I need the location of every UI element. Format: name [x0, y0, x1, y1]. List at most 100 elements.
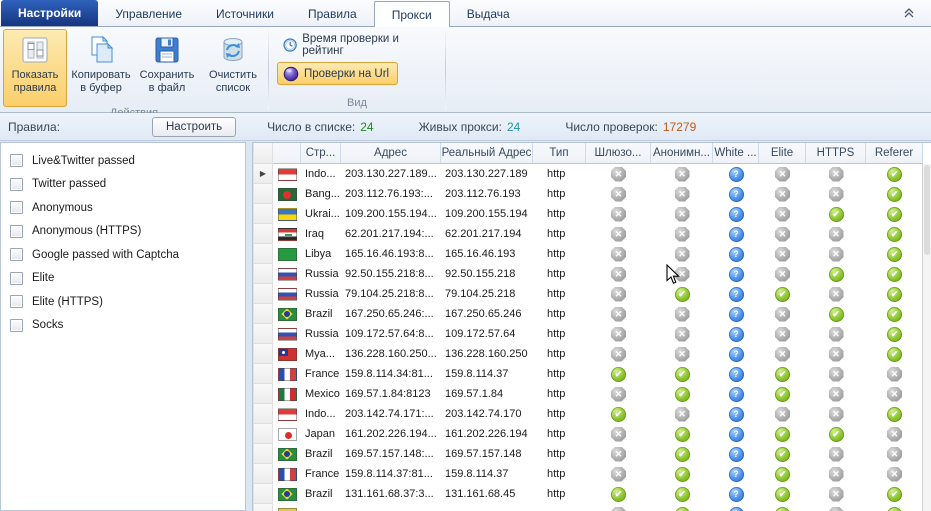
column-header-gateway[interactable]: Шлюзо... [586, 143, 651, 164]
status-cell: ✕ [806, 484, 866, 504]
sidebar-filter-item[interactable]: Socks [1, 314, 245, 338]
column-header-elite[interactable]: Elite [759, 143, 806, 164]
status-anonymity-icon: ✕ [675, 347, 690, 362]
scrollbar-thumb[interactable] [924, 165, 930, 255]
filter-checkbox[interactable] [10, 248, 23, 261]
table-row[interactable]: Indo...203.142.74.171:...203.142.74.170h… [253, 404, 931, 424]
configure-rules-button[interactable]: Настроить [152, 117, 236, 137]
address-cell: 62.201.217.194:... [341, 224, 441, 244]
sidebar-filter-item[interactable]: Elite [1, 267, 245, 291]
row-selector-cell [253, 284, 273, 304]
filter-checkbox[interactable] [10, 154, 23, 167]
filter-checkbox[interactable] [10, 178, 23, 191]
status-cell: ✕ [806, 164, 866, 184]
status-cell: ✕ [651, 324, 713, 344]
type-cell: http [533, 464, 586, 484]
address-cell: 136.228.160.250... [341, 344, 441, 364]
column-header-referer[interactable]: Referer [866, 143, 923, 164]
status-cell: ✕ [759, 404, 806, 424]
row-selector-cell [253, 264, 273, 284]
flag-indonesia-icon [278, 168, 297, 181]
show-rules-button[interactable]: Показать правила [3, 29, 67, 107]
table-row[interactable]: Japan161.202.226.194...161.202.226.194ht… [253, 424, 931, 444]
tab-output[interactable]: Выдача [450, 1, 527, 26]
checks-on-url-button[interactable]: Проверки на Url [277, 62, 398, 85]
table-row[interactable]: Brazil131.161.68.37:3...131.161.68.45htt… [253, 484, 931, 504]
status-white-icon: ? [729, 487, 744, 502]
table-row[interactable]: Bang...203.112.76.193:...203.112.76.193h… [253, 184, 931, 204]
table-row[interactable]: Brazil167.250.65.246:...167.250.65.246ht… [253, 304, 931, 324]
filter-checkbox[interactable] [10, 201, 23, 214]
sidebar-filter-item[interactable]: Elite (HTTPS) [1, 290, 245, 314]
filter-checkbox[interactable] [10, 225, 23, 238]
clear-list-button[interactable]: Очистить список [201, 29, 265, 107]
column-header-real-address[interactable]: Реальный Адрес [441, 143, 533, 164]
column-header-anonymity[interactable]: Анонимн... [651, 143, 713, 164]
table-scrollbar[interactable] [922, 164, 931, 511]
status-cell: ? [713, 244, 759, 264]
status-cell: ? [713, 264, 759, 284]
status-cell: ✔ [866, 204, 923, 224]
table-row[interactable]: Russia109.172.57.64:8...109.172.57.64htt… [253, 324, 931, 344]
table-row[interactable]: Russia79.104.25.218:8...79.104.25.218htt… [253, 284, 931, 304]
sidebar-filter-item[interactable]: Anonymous (HTTPS) [1, 220, 245, 244]
checks-on-url-label: Проверки на Url [304, 68, 389, 80]
status-white-icon: ? [729, 187, 744, 202]
column-header-https[interactable]: HTTPS [806, 143, 866, 164]
status-cell: ✔ [759, 284, 806, 304]
column-header-type[interactable]: Тип [533, 143, 586, 164]
tab-management[interactable]: Управление [98, 1, 199, 26]
address-cell: 167.250.65.246:... [341, 304, 441, 324]
table-row[interactable]: Iraq62.201.217.194:...62.201.217.194http… [253, 224, 931, 244]
address-cell: 169.57.1.84:8123 [341, 384, 441, 404]
country-flag [273, 464, 301, 484]
tab-settings[interactable]: Настройки [1, 0, 98, 26]
status-cell: ✕ [759, 324, 806, 344]
status-https-icon: ✕ [829, 507, 844, 511]
tab-sources[interactable]: Источники [199, 1, 291, 26]
actions-group: Показать правила Копировать в буфер [0, 27, 268, 112]
status-cell: ✕ [806, 404, 866, 424]
table-row[interactable]: ▶Indo...203.130.227.189...203.130.227.18… [253, 164, 931, 184]
status-gateway-icon: ✕ [611, 387, 626, 402]
status-white-icon: ? [729, 427, 744, 442]
status-elite-icon: ✔ [775, 507, 790, 511]
column-header-white-list[interactable]: White ... [713, 143, 759, 164]
table-row[interactable]: Mexico169.57.1.84:8123169.57.1.84http✕✔?… [253, 384, 931, 404]
table-row[interactable]: Brazil169.57.157.148:...169.57.157.148ht… [253, 444, 931, 464]
ribbon-toolbar: Показать правила Копировать в буфер [0, 27, 931, 113]
table-row[interactable]: Mya...136.228.160.250...136.228.160.250h… [253, 344, 931, 364]
sidebar-filter-item[interactable]: Live&Twitter passed [1, 149, 245, 173]
column-header-country[interactable]: Стр... [301, 143, 341, 164]
filter-checkbox[interactable] [10, 319, 23, 332]
status-cell: ✔ [866, 184, 923, 204]
status-referer-icon: ✕ [887, 447, 902, 462]
filter-checkbox[interactable] [10, 272, 23, 285]
tab-proxy[interactable]: Прокси [374, 1, 450, 27]
table-row[interactable]: Ukrai...109.200.155.194...109.200.155.19… [253, 204, 931, 224]
table-row[interactable]: France159.8.114.34:81...159.8.114.37http… [253, 364, 931, 384]
filter-checkbox[interactable] [10, 295, 23, 308]
table-row[interactable]: Russia92.50.155.218:8...92.50.155.218htt… [253, 264, 931, 284]
sidebar-filter-item[interactable]: Twitter passed [1, 173, 245, 197]
status-cell: ✕ [586, 284, 651, 304]
status-cell: ✔ [866, 164, 923, 184]
save-to-file-button[interactable]: Сохранить в файл [135, 29, 199, 107]
status-cell: ✕ [586, 224, 651, 244]
column-header-address[interactable]: Адрес [341, 143, 441, 164]
table-row[interactable]: Libya165.16.46.193:8...165.16.46.193http… [253, 244, 931, 264]
table-row[interactable]: ✕✔?✔✕✔ [253, 504, 931, 511]
collapse-ribbon-button[interactable] [901, 6, 917, 20]
table-row[interactable]: France159.8.114.37:81...159.8.114.37http… [253, 464, 931, 484]
sidebar-filter-item[interactable]: Anonymous [1, 196, 245, 220]
tab-rules[interactable]: Правила [291, 1, 374, 26]
flag-yellow-icon [278, 508, 297, 511]
check-time-rating-button[interactable]: Время проверки и рейтинг [277, 33, 437, 56]
status-cell: ✕ [759, 224, 806, 244]
copy-to-clipboard-button[interactable]: Копировать в буфер [69, 29, 133, 107]
status-white-icon: ? [729, 447, 744, 462]
country-flag [273, 264, 301, 284]
filter-label: Twitter passed [32, 178, 106, 190]
column-header-row-selector [253, 143, 273, 164]
sidebar-filter-item[interactable]: Google passed with Captcha [1, 243, 245, 267]
